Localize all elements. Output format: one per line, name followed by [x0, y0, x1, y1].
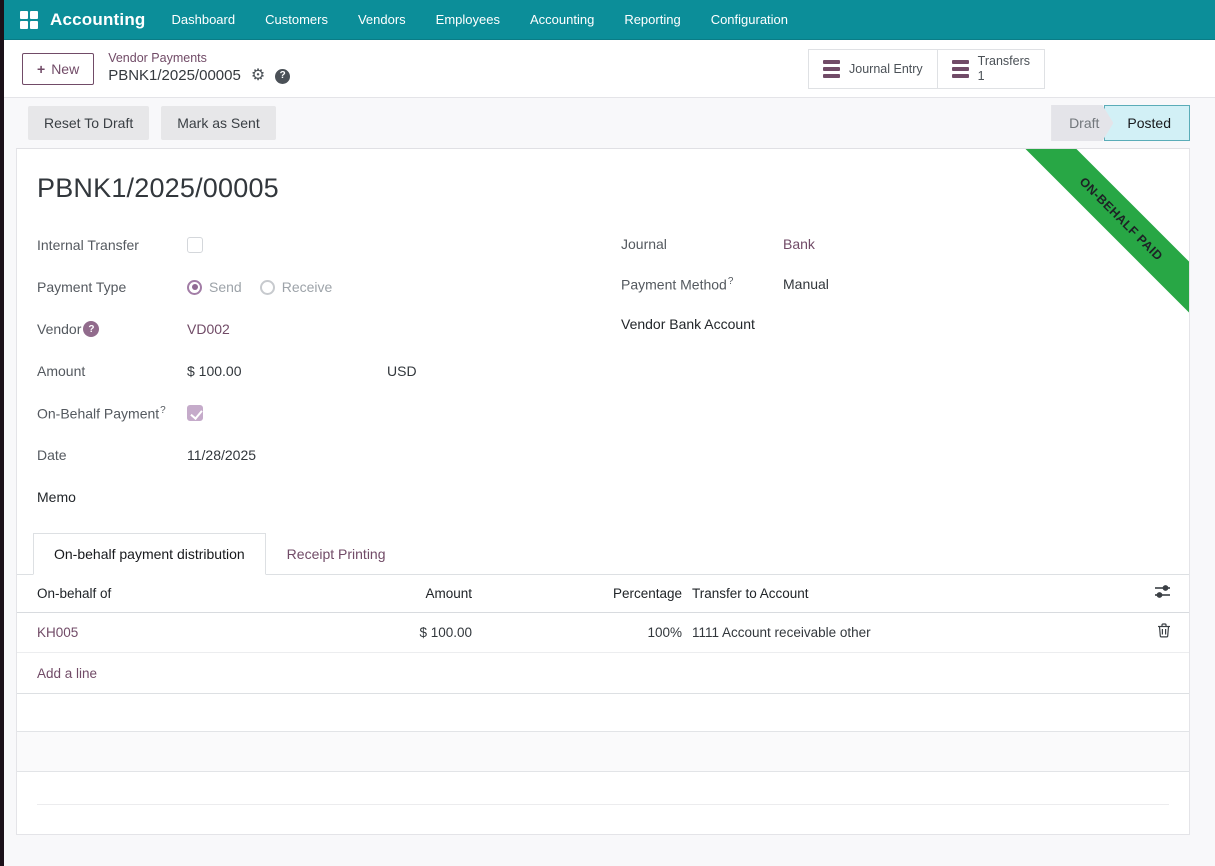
menu-item-employees[interactable]: Employees	[436, 12, 500, 27]
menu-item-dashboard[interactable]: Dashboard	[172, 12, 236, 27]
stat-buttons: Journal Entry Transfers 1	[808, 49, 1045, 89]
header-percentage[interactable]: Percentage	[472, 586, 682, 601]
send-radio[interactable]	[187, 280, 202, 295]
receive-radio-label: Receive	[282, 279, 333, 295]
status-widget: Draft Posted	[1051, 105, 1190, 141]
vendor-label: Vendor?	[37, 321, 187, 337]
fields-right-column: Journal Bank Payment Method? Manual Vend…	[621, 224, 1165, 518]
reset-to-draft-button[interactable]: Reset To Draft	[28, 106, 149, 140]
amount-value[interactable]: $ 100.00	[187, 363, 387, 379]
currency-value[interactable]: USD	[387, 363, 417, 379]
payment-type-radio-group: Send Receive	[187, 279, 332, 295]
control-panel: + New Vendor Payments PBNK1/2025/00005 ⚙…	[0, 40, 1215, 98]
vendor-bank-account-label: Vendor Bank Account	[621, 316, 783, 332]
delete-row-icon[interactable]	[1157, 623, 1171, 638]
form-sheet: ON-BEHALF PAID PBNK1/2025/00005 Internal…	[16, 148, 1190, 835]
amount-label: Amount	[37, 363, 187, 379]
cell-percentage[interactable]: 100%	[472, 625, 682, 640]
vendor-help-badge-icon[interactable]: ?	[83, 321, 99, 337]
on-behalf-payment-label: On-Behalf Payment?	[37, 405, 187, 422]
header-on-behalf-of[interactable]: On-behalf of	[17, 586, 377, 601]
menu-item-accounting[interactable]: Accounting	[530, 12, 594, 27]
optional-columns-icon[interactable]	[1154, 584, 1171, 599]
empty-table-row	[17, 772, 1189, 828]
gear-icon[interactable]: ⚙	[251, 68, 265, 84]
cell-on-behalf-of[interactable]: KH005	[17, 625, 377, 640]
status-draft[interactable]: Draft	[1051, 105, 1113, 141]
fields-left-column: Internal Transfer Payment Type Send Rece…	[37, 224, 601, 518]
menu-item-vendors[interactable]: Vendors	[358, 12, 406, 27]
table-row[interactable]: KH005 $ 100.00 100% 1111 Account receiva…	[17, 613, 1189, 653]
cell-amount[interactable]: $ 100.00	[377, 625, 472, 640]
payment-type-label: Payment Type	[37, 279, 187, 295]
memo-label: Memo	[37, 489, 187, 505]
apps-grid-icon[interactable]	[20, 11, 38, 29]
header-transfer-to-account[interactable]: Transfer to Account	[682, 586, 1141, 601]
date-label: Date	[37, 447, 187, 463]
transfers-icon	[952, 60, 969, 78]
empty-table-row	[17, 732, 1189, 772]
tab-receipt-printing[interactable]: Receipt Printing	[266, 533, 407, 575]
on-behalf-payment-checkbox[interactable]	[187, 405, 203, 421]
add-line-row: Add a line	[17, 653, 1189, 694]
add-a-line-link[interactable]: Add a line	[17, 666, 97, 681]
help-icon[interactable]: ?	[275, 69, 290, 84]
divider	[37, 804, 1169, 805]
breadcrumb-parent[interactable]: Vendor Payments	[108, 51, 290, 67]
new-button[interactable]: + New	[22, 53, 94, 85]
tab-bar: On-behalf payment distribution Receipt P…	[17, 532, 1189, 575]
transfers-label: Transfers	[978, 54, 1030, 69]
breadcrumb-current: PBNK1/2025/00005	[108, 67, 241, 86]
status-posted[interactable]: Posted	[1104, 105, 1190, 141]
top-navbar: Accounting Dashboard Customers Vendors E…	[0, 0, 1215, 40]
breadcrumb: Vendor Payments PBNK1/2025/00005 ⚙ ?	[108, 51, 290, 85]
vendor-value[interactable]: VD002	[187, 321, 230, 337]
journal-label: Journal	[621, 236, 783, 252]
transfers-count: 1	[978, 69, 1030, 84]
table-header-row: On-behalf of Amount Percentage Transfer …	[17, 575, 1189, 613]
journal-entry-button[interactable]: Journal Entry	[808, 49, 938, 89]
distribution-table: On-behalf of Amount Percentage Transfer …	[17, 575, 1189, 828]
cell-transfer-to-account[interactable]: 1111 Account receivable other	[682, 625, 1141, 640]
journal-value[interactable]: Bank	[783, 236, 815, 252]
menu-item-configuration[interactable]: Configuration	[711, 12, 788, 27]
window-edge	[0, 0, 4, 866]
notebook: On-behalf payment distribution Receipt P…	[17, 532, 1189, 828]
journal-entry-icon	[823, 60, 840, 78]
menu-item-reporting[interactable]: Reporting	[624, 12, 680, 27]
form-statusbar: Reset To Draft Mark as Sent Draft Posted	[0, 98, 1215, 148]
internal-transfer-checkbox[interactable]	[187, 237, 203, 253]
tab-on-behalf-distribution[interactable]: On-behalf payment distribution	[33, 533, 266, 575]
page-title: PBNK1/2025/00005	[37, 173, 1165, 204]
journal-entry-label: Journal Entry	[849, 62, 923, 76]
app-name[interactable]: Accounting	[50, 10, 146, 30]
transfers-button[interactable]: Transfers 1	[938, 49, 1045, 89]
main-menu: Dashboard Customers Vendors Employees Ac…	[172, 12, 789, 27]
plus-icon: +	[37, 61, 45, 77]
mark-as-sent-button[interactable]: Mark as Sent	[161, 106, 275, 140]
payment-method-label: Payment Method?	[621, 276, 783, 293]
send-radio-label: Send	[209, 279, 242, 295]
internal-transfer-label: Internal Transfer	[37, 237, 187, 253]
receive-radio[interactable]	[260, 280, 275, 295]
new-button-label: New	[51, 61, 79, 77]
payment-method-value[interactable]: Manual	[783, 276, 829, 292]
empty-table-row	[17, 694, 1189, 732]
header-amount[interactable]: Amount	[377, 586, 472, 601]
menu-item-customers[interactable]: Customers	[265, 12, 328, 27]
date-value[interactable]: 11/28/2025	[187, 447, 256, 463]
